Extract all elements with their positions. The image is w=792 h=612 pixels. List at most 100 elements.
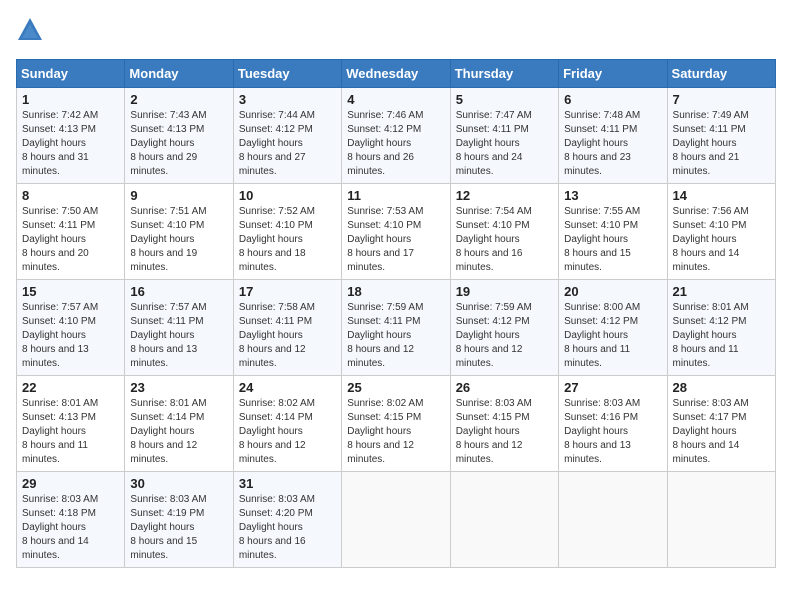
- calendar-cell: 14 Sunrise: 7:56 AMSunset: 4:10 PMDayligh…: [667, 184, 775, 280]
- calendar-cell: 6Sunrise: 7:48 AMSunset: 4:11 PMDaylight…: [559, 88, 667, 184]
- cell-info: Sunrise: 7:47 AMSunset: 4:11 PMDaylight …: [456, 110, 532, 177]
- day-number: 25: [347, 380, 444, 395]
- calendar-cell: 13 Sunrise: 7:55 AMSunset: 4:10 PMDayligh…: [559, 184, 667, 280]
- day-number: 4: [347, 92, 444, 107]
- day-number: 24: [239, 380, 336, 395]
- cell-info: Sunrise: 7:44 AMSunset: 4:12 PMDaylight …: [239, 110, 315, 177]
- calendar-cell: 12Sunrise: 7:54 AMSunset: 4:10 PMDayligh…: [450, 184, 558, 280]
- day-number: 11: [347, 188, 444, 203]
- day-number: 14: [673, 188, 770, 203]
- cell-info: Sunrise: 8:01 AMSunset: 4:14 PMDaylight …: [130, 398, 206, 465]
- cell-info: Sunrise: 8:02 AMSunset: 4:15 PMDaylight …: [347, 398, 423, 465]
- cell-info: Sunrise: 7:55 AMSunset: 4:10 PMDaylight …: [564, 206, 640, 273]
- day-number: 10: [239, 188, 336, 203]
- cell-info: Sunrise: 7:57 AMSunset: 4:11 PMDaylight …: [130, 302, 206, 369]
- calendar-cell: 10 Sunrise: 7:52 AMSunset: 4:10 PMDayligh…: [233, 184, 341, 280]
- day-number: 16: [130, 284, 227, 299]
- calendar-cell: [450, 472, 558, 568]
- calendar-cell: 28Sunrise: 8:03 AMSunset: 4:17 PMDayligh…: [667, 376, 775, 472]
- cell-info: Sunrise: 8:03 AMSunset: 4:19 PMDaylight …: [130, 494, 206, 561]
- cell-info: Sunrise: 7:50 AMSunset: 4:11 PMDaylight …: [22, 206, 98, 273]
- cell-info: Sunrise: 8:03 AMSunset: 4:16 PMDaylight …: [564, 398, 640, 465]
- cell-info: Sunrise: 7:58 AMSunset: 4:11 PMDaylight …: [239, 302, 315, 369]
- day-of-week-header: Tuesday: [233, 60, 341, 88]
- calendar-cell: [559, 472, 667, 568]
- calendar-cell: 30 Sunrise: 8:03 AMSunset: 4:19 PMDayligh…: [125, 472, 233, 568]
- cell-info: Sunrise: 7:59 AMSunset: 4:12 PMDaylight …: [456, 302, 532, 369]
- day-of-week-header: Sunday: [17, 60, 125, 88]
- cell-info: Sunrise: 7:56 AMSunset: 4:10 PMDaylight …: [673, 206, 749, 273]
- calendar-cell: 11 Sunrise: 7:53 AMSunset: 4:10 PMDayligh…: [342, 184, 450, 280]
- calendar-cell: 24 Sunrise: 8:02 AMSunset: 4:14 PMDayligh…: [233, 376, 341, 472]
- calendar-cell: 5 Sunrise: 7:47 AMSunset: 4:11 PMDaylight…: [450, 88, 558, 184]
- cell-info: Sunrise: 8:00 AMSunset: 4:12 PMDaylight …: [564, 302, 640, 369]
- day-number: 6: [564, 92, 661, 107]
- calendar-cell: 31 Sunrise: 8:03 AMSunset: 4:20 PMDayligh…: [233, 472, 341, 568]
- calendar-cell: 26 Sunrise: 8:03 AMSunset: 4:15 PMDayligh…: [450, 376, 558, 472]
- cell-info: Sunrise: 7:42 AMSunset: 4:13 PMDaylight …: [22, 110, 98, 177]
- logo-icon: [16, 16, 44, 49]
- calendar-cell: 9Sunrise: 7:51 AMSunset: 4:10 PMDaylight…: [125, 184, 233, 280]
- day-number: 17: [239, 284, 336, 299]
- cell-info: Sunrise: 7:51 AMSunset: 4:10 PMDaylight …: [130, 206, 206, 273]
- calendar-week-row: 8 Sunrise: 7:50 AMSunset: 4:11 PMDaylight…: [17, 184, 776, 280]
- calendar-cell: 29 Sunrise: 8:03 AMSunset: 4:18 PMDayligh…: [17, 472, 125, 568]
- day-number: 29: [22, 476, 119, 491]
- calendar-week-row: 22 Sunrise: 8:01 AMSunset: 4:13 PMDayligh…: [17, 376, 776, 472]
- day-number: 13: [564, 188, 661, 203]
- cell-info: Sunrise: 7:52 AMSunset: 4:10 PMDaylight …: [239, 206, 315, 273]
- cell-info: Sunrise: 8:01 AMSunset: 4:12 PMDaylight …: [673, 302, 749, 369]
- calendar-week-row: 1Sunrise: 7:42 AMSunset: 4:13 PMDaylight…: [17, 88, 776, 184]
- day-number: 8: [22, 188, 119, 203]
- calendar-cell: 17 Sunrise: 7:58 AMSunset: 4:11 PMDayligh…: [233, 280, 341, 376]
- day-of-week-header: Thursday: [450, 60, 558, 88]
- day-of-week-header: Saturday: [667, 60, 775, 88]
- calendar-week-row: 29 Sunrise: 8:03 AMSunset: 4:18 PMDayligh…: [17, 472, 776, 568]
- calendar-table: SundayMondayTuesdayWednesdayThursdayFrid…: [16, 59, 776, 568]
- cell-info: Sunrise: 8:01 AMSunset: 4:13 PMDaylight …: [22, 398, 98, 465]
- day-number: 26: [456, 380, 553, 395]
- day-number: 5: [456, 92, 553, 107]
- day-number: 15: [22, 284, 119, 299]
- cell-info: Sunrise: 8:03 AMSunset: 4:20 PMDaylight …: [239, 494, 315, 561]
- day-number: 19: [456, 284, 553, 299]
- calendar-cell: 1Sunrise: 7:42 AMSunset: 4:13 PMDaylight…: [17, 88, 125, 184]
- calendar-cell: [342, 472, 450, 568]
- day-of-week-header: Monday: [125, 60, 233, 88]
- calendar-cell: 15 Sunrise: 7:57 AMSunset: 4:10 PMDayligh…: [17, 280, 125, 376]
- day-number: 23: [130, 380, 227, 395]
- calendar-cell: 18 Sunrise: 7:59 AMSunset: 4:11 PMDayligh…: [342, 280, 450, 376]
- day-number: 30: [130, 476, 227, 491]
- cell-info: Sunrise: 7:59 AMSunset: 4:11 PMDaylight …: [347, 302, 423, 369]
- calendar-cell: [667, 472, 775, 568]
- day-number: 31: [239, 476, 336, 491]
- day-number: 28: [673, 380, 770, 395]
- calendar-cell: 22 Sunrise: 8:01 AMSunset: 4:13 PMDayligh…: [17, 376, 125, 472]
- cell-info: Sunrise: 7:43 AMSunset: 4:13 PMDaylight …: [130, 110, 206, 177]
- day-number: 12: [456, 188, 553, 203]
- day-number: 21: [673, 284, 770, 299]
- calendar-week-row: 15 Sunrise: 7:57 AMSunset: 4:10 PMDayligh…: [17, 280, 776, 376]
- cell-info: Sunrise: 7:57 AMSunset: 4:10 PMDaylight …: [22, 302, 98, 369]
- day-number: 20: [564, 284, 661, 299]
- day-number: 2: [130, 92, 227, 107]
- cell-info: Sunrise: 7:49 AMSunset: 4:11 PMDaylight …: [673, 110, 749, 177]
- page-header: [16, 16, 776, 49]
- calendar-cell: 2 Sunrise: 7:43 AMSunset: 4:13 PMDaylight…: [125, 88, 233, 184]
- day-of-week-header: Wednesday: [342, 60, 450, 88]
- calendar-cell: 3 Sunrise: 7:44 AMSunset: 4:12 PMDaylight…: [233, 88, 341, 184]
- cell-info: Sunrise: 8:02 AMSunset: 4:14 PMDaylight …: [239, 398, 315, 465]
- day-number: 27: [564, 380, 661, 395]
- cell-info: Sunrise: 7:46 AMSunset: 4:12 PMDaylight …: [347, 110, 423, 177]
- calendar-cell: 19 Sunrise: 7:59 AMSunset: 4:12 PMDayligh…: [450, 280, 558, 376]
- cell-info: Sunrise: 7:53 AMSunset: 4:10 PMDaylight …: [347, 206, 423, 273]
- day-number: 3: [239, 92, 336, 107]
- calendar-cell: 21 Sunrise: 8:01 AMSunset: 4:12 PMDayligh…: [667, 280, 775, 376]
- calendar-cell: 25 Sunrise: 8:02 AMSunset: 4:15 PMDayligh…: [342, 376, 450, 472]
- day-number: 18: [347, 284, 444, 299]
- calendar-cell: 8 Sunrise: 7:50 AMSunset: 4:11 PMDaylight…: [17, 184, 125, 280]
- cell-info: Sunrise: 8:03 AMSunset: 4:15 PMDaylight …: [456, 398, 532, 465]
- calendar-header-row: SundayMondayTuesdayWednesdayThursdayFrid…: [17, 60, 776, 88]
- cell-info: Sunrise: 8:03 AMSunset: 4:18 PMDaylight …: [22, 494, 98, 561]
- day-number: 22: [22, 380, 119, 395]
